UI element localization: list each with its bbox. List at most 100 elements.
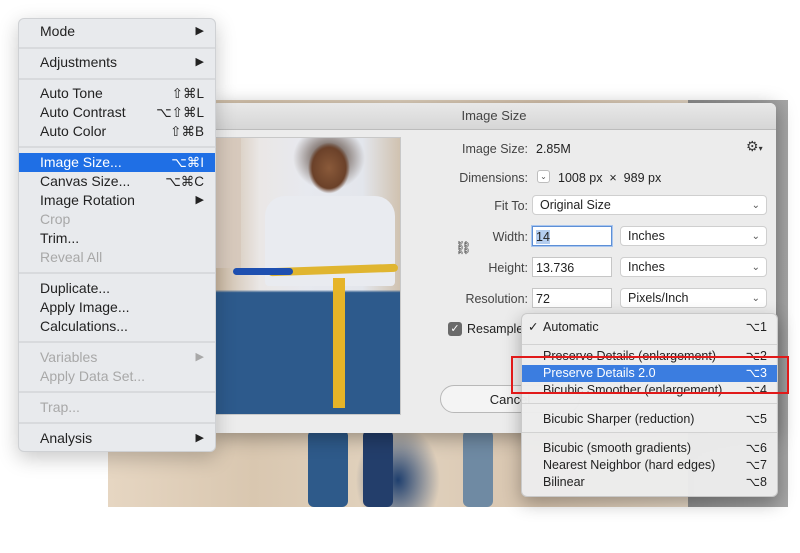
menu-separator [19, 422, 215, 424]
width-input[interactable]: 14 [532, 226, 612, 246]
menu-separator [19, 78, 215, 80]
menu-item-label: Reveal All [40, 249, 103, 265]
option-shortcut: ⌥3 [745, 366, 767, 380]
menu-item-label: Auto Color [40, 123, 107, 139]
menu-item-variables: Variables ▶ [19, 348, 215, 367]
menu-item-crop: Crop [19, 210, 215, 229]
submenu-arrow-icon: ▶ [195, 56, 204, 68]
height-label: Height: [488, 261, 528, 275]
menu-item-apply-image[interactable]: Apply Image... [19, 298, 215, 317]
image-size-value: 2.85M [536, 142, 571, 156]
photo-detail [213, 138, 241, 268]
menu-item-auto-color[interactable]: Auto Color ⇧⌘B [19, 122, 215, 141]
resolution-unit-value: Pixels/Inch [628, 291, 689, 305]
resolution-label: Resolution: [465, 292, 528, 306]
menu-item-mode[interactable]: Mode ▶ [19, 22, 215, 41]
menu-separator [522, 432, 777, 433]
menu-item-shortcut: ⌥⇧⌘L [156, 105, 204, 120]
resample-option-automatic[interactable]: ✓ Automatic ⌥1 [522, 319, 777, 336]
menu-item-calculations[interactable]: Calculations... [19, 317, 215, 336]
menu-item-label: Image Rotation [40, 192, 135, 208]
photo-detail [308, 430, 348, 507]
image-preview[interactable] [212, 137, 401, 415]
resample-checkbox[interactable]: ✓ [448, 322, 462, 336]
fit-to-value: Original Size [540, 198, 611, 212]
option-label: Preserve Details (enlargement) [543, 349, 716, 363]
resample-option-preserve-details[interactable]: Preserve Details (enlargement) ⌥2 [522, 348, 777, 365]
menu-item-image-size[interactable]: Image Size... ⌥⌘I [19, 153, 215, 172]
resolution-unit-select[interactable]: Pixels/Inch ⌄ [620, 288, 767, 308]
dimensions-value: 1008 px × 989 px [558, 171, 662, 185]
gear-icon[interactable]: ⚙▾ [746, 138, 763, 155]
menu-item-auto-contrast[interactable]: Auto Contrast ⌥⇧⌘L [19, 103, 215, 122]
submenu-arrow-icon: ▶ [195, 194, 204, 206]
resample-option-bicubic-smoother[interactable]: Bicubic Smoother (enlargement) ⌥4 [522, 382, 777, 399]
menu-item-adjustments[interactable]: Adjustments ▶ [19, 53, 215, 72]
option-shortcut: ⌥8 [745, 475, 767, 489]
menu-item-apply-data-set: Apply Data Set... [19, 367, 215, 386]
menu-item-label: Trim... [40, 230, 80, 246]
dimensions-label: Dimensions: [459, 171, 528, 185]
option-label: Bilinear [543, 475, 585, 489]
resample-option-bicubic-sharper[interactable]: Bicubic Sharper (reduction) ⌥5 [522, 411, 777, 428]
photo-detail [463, 430, 493, 507]
width-label: Width: [492, 230, 528, 244]
menu-separator [19, 146, 215, 148]
resample-option-preserve-details-2[interactable]: Preserve Details 2.0 ⌥3 [522, 365, 777, 382]
menu-item-label: Analysis [40, 430, 93, 446]
option-label: Nearest Neighbor (hard edges) [543, 458, 716, 472]
menu-item-canvas-size[interactable]: Canvas Size... ⌥⌘C [19, 172, 215, 191]
image-size-label: Image Size: [461, 142, 528, 156]
menu-separator [522, 344, 777, 345]
menu-item-duplicate[interactable]: Duplicate... [19, 279, 215, 298]
fit-to-label: Fit To: [494, 199, 528, 213]
submenu-arrow-icon: ▶ [195, 432, 204, 444]
resample-option-nearest-neighbor[interactable]: Nearest Neighbor (hard edges) ⌥7 [522, 457, 777, 474]
menu-item-image-rotation[interactable]: Image Rotation ▶ [19, 191, 215, 210]
menu-item-label: Adjustments [40, 54, 118, 70]
option-shortcut: ⌥4 [745, 383, 767, 397]
photo-detail [233, 268, 293, 275]
photo-detail [333, 278, 345, 408]
chevron-down-icon: ⌄ [751, 231, 760, 242]
submenu-arrow-icon: ▶ [195, 351, 204, 363]
option-shortcut: ⌥5 [745, 412, 767, 426]
checkmark-icon: ✓ [528, 320, 539, 334]
height-unit-value: Inches [628, 260, 665, 274]
menu-item-trap: Trap... [19, 398, 215, 417]
height-unit-select[interactable]: Inches ⌄ [620, 257, 767, 277]
menu-item-label: Mode [40, 23, 76, 39]
chevron-down-icon: ⌄ [751, 262, 760, 273]
menu-item-reveal-all: Reveal All [19, 248, 215, 267]
menu-item-analysis[interactable]: Analysis ▶ [19, 429, 215, 448]
option-shortcut: ⌥6 [745, 441, 767, 455]
menu-item-label: Apply Image... [40, 299, 130, 315]
resample-option-bicubic[interactable]: Bicubic (smooth gradients) ⌥6 [522, 440, 777, 457]
option-label: Bicubic (smooth gradients) [543, 441, 691, 455]
chevron-down-icon: ⌄ [751, 200, 760, 211]
menu-separator [19, 391, 215, 393]
menu-item-label: Duplicate... [40, 280, 111, 296]
menu-item-label: Apply Data Set... [40, 368, 146, 384]
chevron-down-icon: ⌄ [540, 172, 547, 181]
menu-item-label: Auto Contrast [40, 104, 126, 120]
menu-separator [522, 403, 777, 404]
resample-option-bilinear[interactable]: Bilinear ⌥8 [522, 474, 777, 491]
fit-to-select[interactable]: Original Size ⌄ [532, 195, 767, 215]
resolution-input[interactable]: 72 [532, 288, 612, 308]
photo-detail [363, 430, 393, 507]
menu-item-label: Trap... [40, 399, 80, 415]
resample-label: Resample [467, 322, 524, 336]
menu-item-label: Auto Tone [40, 85, 103, 101]
dimensions-units-dropdown[interactable]: ⌄ [537, 170, 550, 183]
menu-item-shortcut: ⇧⌘L [171, 86, 204, 101]
menu-item-auto-tone[interactable]: Auto Tone ⇧⌘L [19, 84, 215, 103]
width-unit-value: Inches [628, 229, 665, 243]
width-unit-select[interactable]: Inches ⌄ [620, 226, 767, 246]
menu-item-shortcut: ⇧⌘B [170, 124, 204, 139]
height-input[interactable]: 13.736 [532, 257, 612, 277]
resample-method-menu: ✓ Automatic ⌥1 Preserve Details (enlarge… [521, 313, 778, 497]
image-menu: Mode ▶ Adjustments ▶ Auto Tone ⇧⌘L Auto … [18, 18, 216, 452]
option-shortcut: ⌥1 [745, 320, 767, 334]
menu-item-trim[interactable]: Trim... [19, 229, 215, 248]
